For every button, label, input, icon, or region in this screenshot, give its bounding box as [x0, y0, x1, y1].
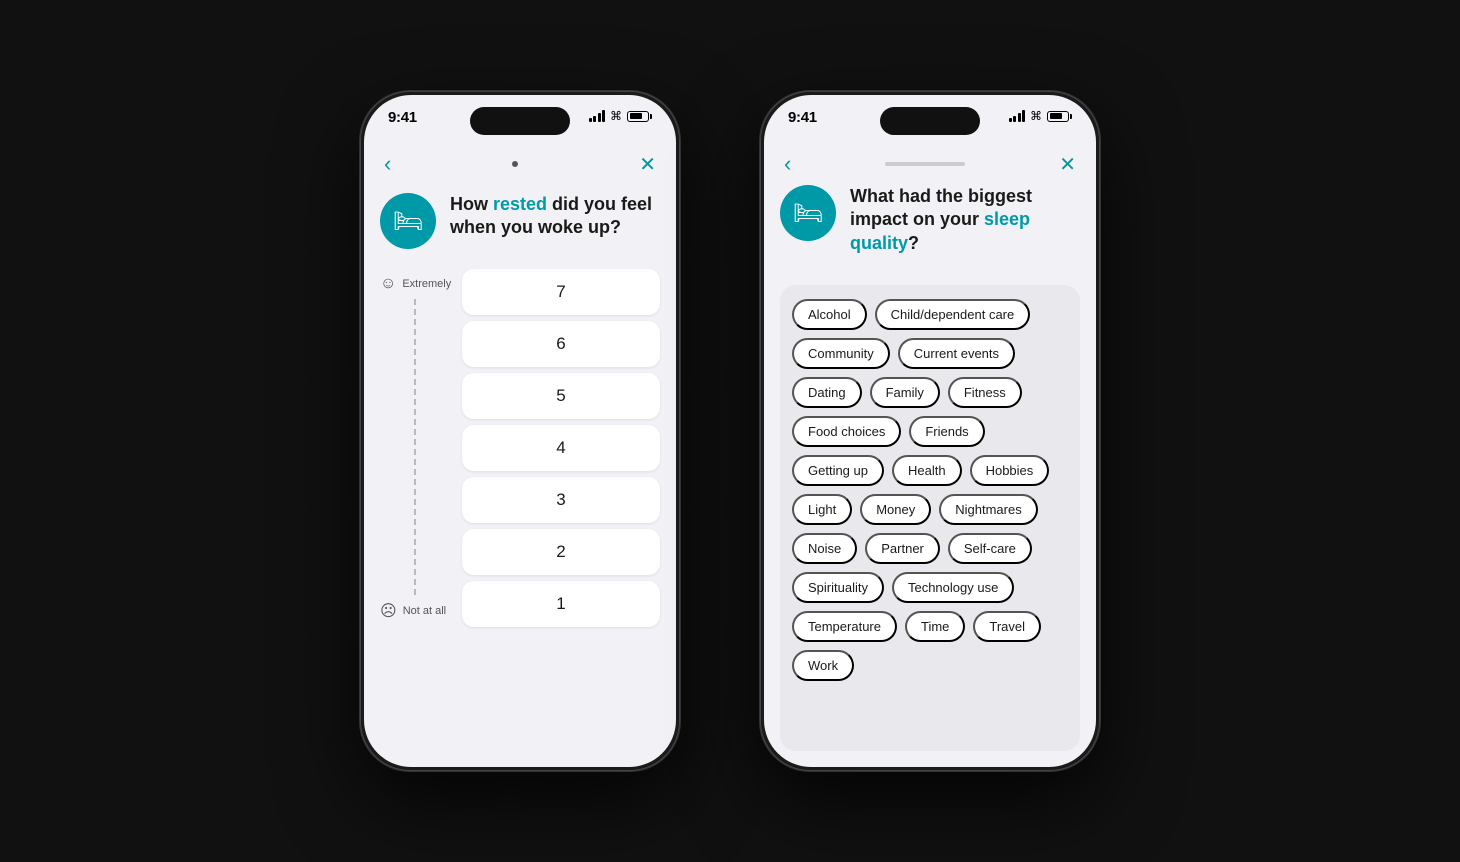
tag-noise[interactable]: Noise — [792, 533, 857, 564]
close-button-1[interactable]: ✕ — [639, 152, 656, 177]
status-icons-1: ⌘ — [589, 109, 653, 123]
scale-labels: ☺ Extremely ☹ Not at all — [380, 269, 450, 627]
extremely-label: Extremely — [402, 278, 451, 290]
highlight-word-1: rested — [493, 194, 547, 214]
tag-fitness[interactable]: Fitness — [948, 377, 1022, 408]
tag-community[interactable]: Community — [792, 338, 890, 369]
question-text-1: How rested did you feel when you woke up… — [450, 193, 660, 240]
tags-wrap: Alcohol Child/dependent care Community Curr… — [792, 299, 1068, 681]
time-2: 9:41 — [788, 109, 817, 126]
status-icons-2: ⌘ — [1009, 109, 1073, 123]
signal-icon-2 — [1009, 110, 1026, 122]
tags-area: Alcohol Child/dependent care Community Curr… — [780, 285, 1080, 751]
dynamic-island-1 — [470, 107, 570, 135]
screen-content-1: 🛏 How rested did you feel when you woke … — [364, 185, 676, 767]
battery-icon-1 — [627, 111, 652, 122]
tag-self-care[interactable]: Self-care — [948, 533, 1032, 564]
tag-work[interactable]: Work — [792, 650, 854, 681]
sad-smiley: ☹ — [380, 601, 397, 621]
tag-getting-up[interactable]: Getting up — [792, 455, 884, 486]
tag-temperature[interactable]: Temperature — [792, 611, 897, 642]
bed-icon-1: 🛏 — [393, 207, 423, 236]
question-icon-1: 🛏 — [380, 193, 436, 249]
screen-content-2: 🛏 What had the biggest impact on your sl… — [764, 181, 1096, 767]
tag-dating[interactable]: Dating — [792, 377, 862, 408]
tag-technology-use[interactable]: Technology use — [892, 572, 1014, 603]
back-button-1[interactable]: ‹ — [384, 151, 391, 177]
battery-icon-2 — [1047, 111, 1072, 122]
tag-current-events[interactable]: Current events — [898, 338, 1015, 369]
tag-money[interactable]: Money — [860, 494, 931, 525]
tag-family[interactable]: Family — [870, 377, 940, 408]
tag-food-choices[interactable]: Food choices — [792, 416, 901, 447]
highlight-word-2: sleep quality — [850, 209, 1030, 252]
bed-icon-2: 🛏 — [793, 199, 823, 228]
scale-btn-2[interactable]: 2 — [462, 529, 660, 575]
happy-smiley: ☺ — [380, 275, 396, 293]
signal-icon-1 — [589, 110, 606, 122]
tag-nightmares[interactable]: Nightmares — [939, 494, 1037, 525]
back-button-2[interactable]: ‹ — [784, 151, 791, 177]
scale-btn-6[interactable]: 6 — [462, 321, 660, 367]
scale-btn-5[interactable]: 5 — [462, 373, 660, 419]
scale-container: ☺ Extremely ☹ Not at all 7 6 5 4 3 2 — [380, 269, 660, 627]
tag-hobbies[interactable]: Hobbies — [970, 455, 1050, 486]
tag-time[interactable]: Time — [905, 611, 965, 642]
scale-top-label: ☺ Extremely — [380, 275, 450, 293]
scale-line — [414, 299, 416, 595]
scale-btn-3[interactable]: 3 — [462, 477, 660, 523]
tag-partner[interactable]: Partner — [865, 533, 940, 564]
tag-light[interactable]: Light — [792, 494, 852, 525]
time-1: 9:41 — [388, 109, 417, 126]
close-button-2[interactable]: ✕ — [1059, 152, 1076, 177]
question-header-1: 🛏 How rested did you feel when you woke … — [380, 193, 660, 249]
nav-line-2 — [885, 162, 965, 166]
scale-buttons: 7 6 5 4 3 2 1 — [462, 269, 660, 627]
wifi-icon-1: ⌘ — [610, 109, 622, 123]
wifi-icon-2: ⌘ — [1030, 109, 1042, 123]
not-at-all-label: Not at all — [403, 605, 446, 617]
tag-child-dependent-care[interactable]: Child/dependent care — [875, 299, 1031, 330]
question-icon-2: 🛏 — [780, 185, 836, 241]
scale-btn-4[interactable]: 4 — [462, 425, 660, 471]
tag-health[interactable]: Health — [892, 455, 962, 486]
nav-bar-2: ‹ ✕ — [764, 147, 1096, 181]
scale-btn-1[interactable]: 1 — [462, 581, 660, 627]
scale-btn-7[interactable]: 7 — [462, 269, 660, 315]
progress-dot-1 — [512, 161, 518, 167]
tag-spirituality[interactable]: Spirituality — [792, 572, 884, 603]
question-header-2: 🛏 What had the biggest impact on your sl… — [780, 185, 1080, 255]
tag-friends[interactable]: Friends — [909, 416, 984, 447]
nav-bar-1: ‹ ✕ — [364, 147, 676, 185]
phone-1: 9:41 ⌘ ‹ ✕ 🛏 — [360, 91, 680, 771]
question-text-2: What had the biggest impact on your slee… — [850, 185, 1080, 255]
phone-2: 9:41 ⌘ ‹ ✕ 🛏 — [760, 91, 1100, 771]
tag-travel[interactable]: Travel — [973, 611, 1041, 642]
dynamic-island-2 — [880, 107, 980, 135]
scale-bottom-label: ☹ Not at all — [380, 601, 450, 621]
tag-alcohol[interactable]: Alcohol — [792, 299, 867, 330]
